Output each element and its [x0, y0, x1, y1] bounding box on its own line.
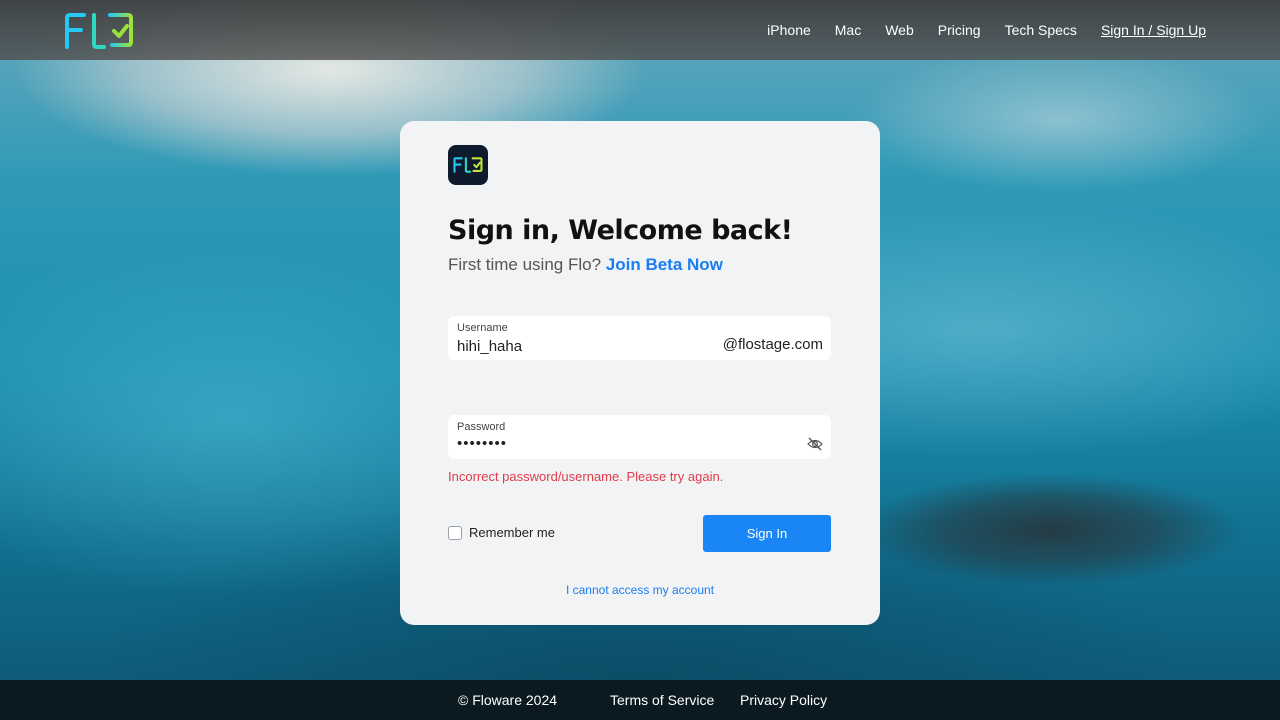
signup-prompt: First time using Flo? Join Beta Now [448, 255, 723, 275]
flo-app-icon [448, 145, 488, 185]
nav-web[interactable]: Web [885, 22, 914, 38]
username-input[interactable]: hihi_haha [457, 338, 522, 355]
cannot-access-account-link[interactable]: I cannot access my account [400, 583, 880, 597]
sign-in-button[interactable]: Sign In [703, 515, 831, 552]
username-label: Username [457, 322, 508, 334]
error-message: Incorrect password/username. Please try … [448, 469, 724, 484]
username-field[interactable]: Username hihi_haha @flostage.com [448, 316, 831, 360]
nav-pricing[interactable]: Pricing [938, 22, 981, 38]
page-title: Sign in, Welcome back! [448, 215, 793, 246]
password-input[interactable]: •••••••• [457, 435, 507, 452]
nav-mac[interactable]: Mac [835, 22, 861, 38]
nav-iphone[interactable]: iPhone [767, 22, 811, 38]
nav-tech-specs[interactable]: Tech Specs [1005, 22, 1077, 38]
site-footer: © Floware 2024 Terms of Service Privacy … [0, 680, 1280, 720]
copyright-text: © Floware 2024 [458, 692, 558, 708]
password-label: Password [457, 421, 506, 433]
site-header: iPhone Mac Web Pricing Tech Specs Sign I… [0, 0, 1280, 60]
flo-logo[interactable] [64, 12, 134, 50]
join-beta-link[interactable]: Join Beta Now [606, 255, 723, 274]
remember-me-checkbox[interactable] [448, 525, 462, 540]
password-field[interactable]: Password •••••••• [448, 415, 831, 459]
remember-me-label: Remember me [469, 525, 555, 540]
signup-prompt-text: First time using Flo? [448, 255, 602, 274]
nav-sign-in-sign-up[interactable]: Sign In / Sign Up [1101, 22, 1206, 38]
sign-in-card: Sign in, Welcome back! First time using … [400, 121, 880, 625]
privacy-policy-link[interactable]: Privacy Policy [740, 692, 827, 708]
remember-me-toggle[interactable]: Remember me [448, 525, 555, 540]
username-domain-suffix: @flostage.com [722, 336, 823, 353]
main-nav: iPhone Mac Web Pricing Tech Specs Sign I… [767, 0, 1206, 60]
terms-of-service-link[interactable]: Terms of Service [610, 692, 714, 708]
eye-off-icon[interactable] [807, 436, 823, 452]
